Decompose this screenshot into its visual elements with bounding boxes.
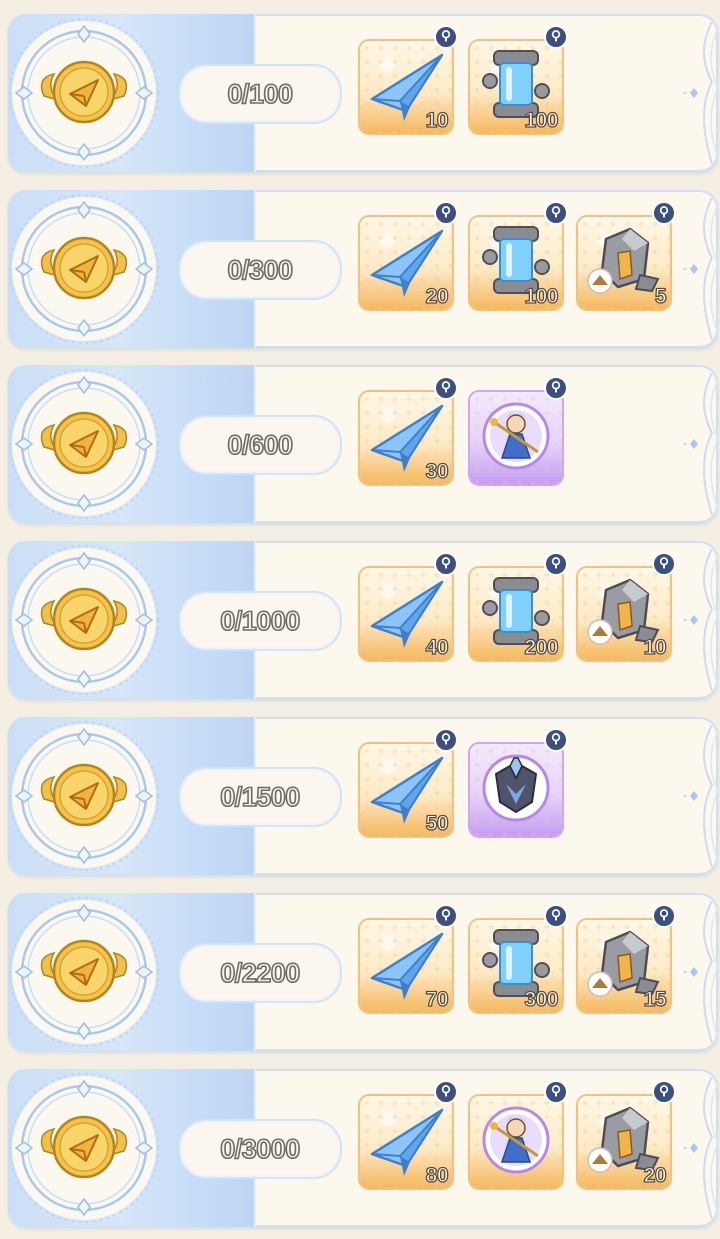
reward-item-button[interactable] (470, 392, 562, 484)
reward-item-button[interactable]: 80 (360, 1096, 452, 1188)
reward-slot: 20 (360, 201, 460, 317)
reward-quantity: 200 (524, 635, 559, 659)
ornament-edge-icon (682, 21, 718, 165)
ornament-edge-icon (682, 1076, 718, 1220)
reward-quantity: 15 (643, 987, 667, 1011)
paper-plane-medal-icon (8, 1073, 168, 1223)
reward-slot: 5 (578, 201, 678, 317)
reward-quantity: 50 (425, 811, 449, 835)
reward-quantity: 300 (524, 987, 559, 1011)
reward-quantity: 20 (643, 1163, 667, 1187)
paper-plane-medal-icon (8, 18, 168, 168)
ornament-edge-icon (682, 548, 718, 692)
item-info-icon[interactable] (652, 201, 676, 225)
ornament-edge-icon (682, 724, 718, 868)
item-info-icon[interactable] (652, 552, 676, 576)
reward-tier-row: 0/2200 70 300 15 (8, 893, 718, 1051)
item-info-icon[interactable] (544, 201, 568, 225)
reward-tier-row: 0/3000 80 20 (8, 1069, 718, 1227)
item-info-icon[interactable] (652, 1080, 676, 1104)
reward-item-button[interactable]: 15 (578, 920, 670, 1012)
ornament-edge-icon (682, 372, 718, 516)
item-info-icon[interactable] (434, 552, 458, 576)
reward-item-button[interactable] (470, 744, 562, 836)
progress-counter: 0/100 (178, 64, 342, 124)
reward-item-button[interactable]: 10 (360, 41, 452, 133)
reward-quantity: 20 (425, 284, 449, 308)
reward-slot: 15 (578, 904, 678, 1020)
paper-plane-medal-icon (8, 721, 168, 871)
reward-slot: 30 (360, 376, 460, 492)
reward-quantity: 100 (524, 284, 559, 308)
paper-plane-medal-icon (8, 369, 168, 519)
reward-slot: 10 (360, 25, 460, 141)
reward-item-button[interactable]: 70 (360, 920, 452, 1012)
item-info-icon[interactable] (434, 728, 458, 752)
reward-item-button[interactable]: 200 (470, 568, 562, 660)
reward-quantity: 70 (425, 987, 449, 1011)
reward-tier-row: 0/1000 40 200 10 (8, 541, 718, 699)
reward-slot: 80 (360, 1080, 460, 1196)
reward-slot (470, 728, 570, 844)
reward-slot: 200 (470, 552, 570, 668)
progress-counter: 0/1000 (178, 591, 342, 651)
reward-slot: 100 (470, 201, 570, 317)
item-info-icon[interactable] (434, 904, 458, 928)
reward-slot (470, 376, 570, 492)
reward-item-button[interactable]: 100 (470, 41, 562, 133)
reward-slot: 50 (360, 728, 460, 844)
reward-tier-row: 0/1500 50 (8, 717, 718, 875)
reward-item-button[interactable]: 50 (360, 744, 452, 836)
reward-item-button[interactable] (470, 1096, 562, 1188)
reward-item-button[interactable]: 300 (470, 920, 562, 1012)
item-info-icon[interactable] (544, 904, 568, 928)
reward-slot: 70 (360, 904, 460, 1020)
paper-plane-medal-icon (8, 194, 168, 344)
reward-slot: 20 (578, 1080, 678, 1196)
progress-counter: 0/1500 (178, 767, 342, 827)
item-info-icon[interactable] (434, 376, 458, 400)
progress-counter: 0/300 (178, 240, 342, 300)
reward-tier-list: 0/100 10 100 0/300 20 100 5 0/600 30 0/1… (0, 0, 720, 1239)
reward-slot: 40 (360, 552, 460, 668)
reward-tier-row: 0/100 10 100 (8, 14, 718, 172)
reward-tier-row: 0/300 20 100 5 (8, 190, 718, 348)
reward-quantity: 10 (643, 635, 667, 659)
reward-item-button[interactable]: 40 (360, 568, 452, 660)
reward-item-button[interactable]: 20 (578, 1096, 670, 1188)
reward-quantity: 80 (425, 1163, 449, 1187)
item-info-icon[interactable] (544, 376, 568, 400)
reward-slot: 100 (470, 25, 570, 141)
item-info-icon[interactable] (544, 728, 568, 752)
reward-quantity: 10 (425, 108, 449, 132)
reward-quantity: 40 (425, 635, 449, 659)
item-info-icon[interactable] (544, 25, 568, 49)
reward-item-button[interactable]: 100 (470, 217, 562, 309)
reward-slot: 300 (470, 904, 570, 1020)
reward-slot (470, 1080, 570, 1196)
ornament-edge-icon (682, 197, 718, 341)
reward-item-button[interactable]: 5 (578, 217, 670, 309)
reward-item-button[interactable]: 30 (360, 392, 452, 484)
progress-counter: 0/3000 (178, 1119, 342, 1179)
item-info-icon[interactable] (652, 904, 676, 928)
item-info-icon[interactable] (434, 1080, 458, 1104)
reward-quantity: 100 (524, 108, 559, 132)
reward-quantity: 30 (425, 459, 449, 483)
progress-counter: 0/2200 (178, 943, 342, 1003)
paper-plane-medal-icon (8, 897, 168, 1047)
item-info-icon[interactable] (544, 552, 568, 576)
item-info-icon[interactable] (544, 1080, 568, 1104)
item-info-icon[interactable] (434, 25, 458, 49)
paper-plane-medal-icon (8, 545, 168, 695)
item-info-icon[interactable] (434, 201, 458, 225)
reward-item-button[interactable]: 10 (578, 568, 670, 660)
ornament-edge-icon (682, 900, 718, 1044)
reward-quantity: 5 (654, 284, 667, 308)
reward-slot: 10 (578, 552, 678, 668)
reward-item-button[interactable]: 20 (360, 217, 452, 309)
progress-counter: 0/600 (178, 415, 342, 475)
reward-tier-row: 0/600 30 (8, 365, 718, 523)
